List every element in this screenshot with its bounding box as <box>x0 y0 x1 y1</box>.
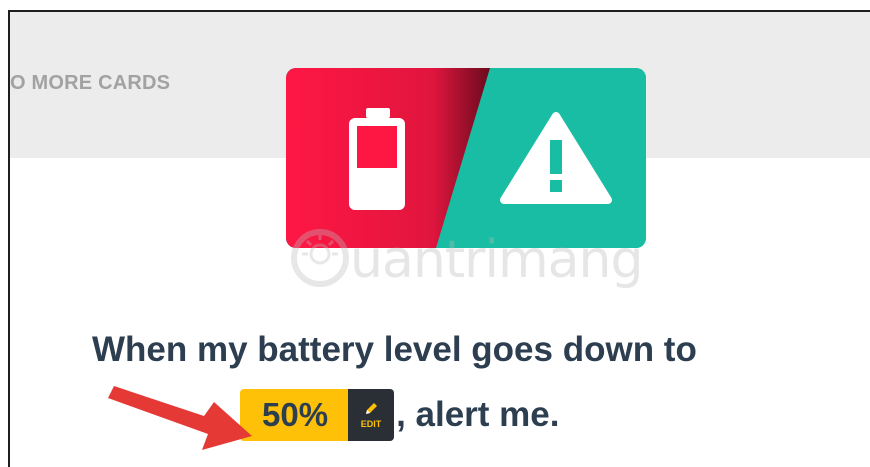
battery-low-icon <box>349 108 405 210</box>
edit-button[interactable]: EDIT <box>348 389 395 441</box>
battery-level-value-pill[interactable]: 50% EDIT <box>240 389 395 441</box>
app-frame: O MORE CARDS uantrimang When my battery … <box>8 10 870 467</box>
rule-suffix: , alert me. <box>396 395 560 434</box>
more-cards-link[interactable]: O MORE CARDS <box>10 72 170 95</box>
watermark: uantrimang <box>288 212 648 302</box>
red-arrow-icon <box>108 386 252 450</box>
lightbulb-logo-icon <box>291 229 349 287</box>
watermark-text: uantrimang <box>350 230 643 290</box>
pencil-icon <box>366 403 378 414</box>
edit-label: EDIT <box>360 419 382 429</box>
rule-sentence-line1: When my battery level goes down to <box>92 330 697 369</box>
rule-sentence-line2: 50% EDIT , alert me. <box>240 387 559 443</box>
battery-level-value[interactable]: 50% <box>240 389 349 441</box>
